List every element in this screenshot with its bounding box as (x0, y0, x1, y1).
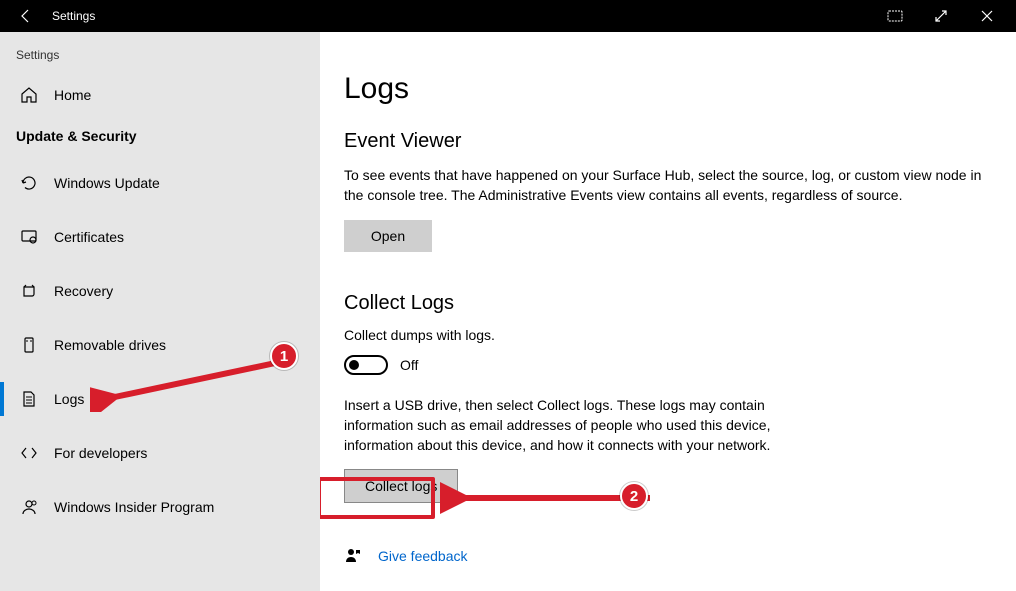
sidebar-item-label: Certificates (54, 229, 124, 245)
title-bar: Settings (0, 0, 1016, 32)
certificate-icon (20, 228, 38, 246)
usb-icon (20, 336, 38, 354)
event-viewer-heading: Event Viewer (344, 130, 992, 153)
code-icon (20, 444, 38, 462)
annotation-badge-2: 2 (620, 482, 648, 510)
collect-dumps-label: Collect dumps with logs. (344, 327, 992, 343)
sidebar-item-insider[interactable]: Windows Insider Program (0, 486, 320, 528)
back-button[interactable] (10, 8, 42, 24)
refresh-icon (20, 174, 38, 192)
collect-logs-desc: Insert a USB drive, then select Collect … (344, 395, 774, 456)
sidebar-item-label: For developers (54, 445, 147, 461)
sidebar-item-label: Windows Update (54, 175, 160, 191)
close-button[interactable] (964, 0, 1010, 32)
feedback-icon (344, 547, 362, 565)
sidebar-item-windows-update[interactable]: Windows Update (0, 162, 320, 204)
annotation-arrow-2 (440, 480, 670, 520)
event-viewer-desc: To see events that have happened on your… (344, 165, 992, 206)
sidebar-item-removable-drives[interactable]: Removable drives (0, 324, 320, 366)
sidebar-item-label: Recovery (54, 283, 113, 299)
sidebar-item-certificates[interactable]: Certificates (0, 216, 320, 258)
recovery-icon (20, 282, 38, 300)
sidebar-home[interactable]: Home (0, 76, 320, 114)
sidebar-item-recovery[interactable]: Recovery (0, 270, 320, 312)
cast-icon[interactable] (872, 0, 918, 32)
sidebar-item-label: Logs (54, 391, 84, 407)
open-button[interactable]: Open (344, 220, 432, 252)
give-feedback-link[interactable]: Give feedback (378, 548, 468, 564)
sidebar-section-title: Update & Security (0, 114, 320, 162)
collect-logs-button[interactable]: Collect logs (344, 469, 458, 503)
home-icon (20, 86, 38, 104)
collect-logs-heading: Collect Logs (344, 292, 992, 315)
sidebar-item-for-developers[interactable]: For developers (0, 432, 320, 474)
window-title: Settings (52, 9, 872, 23)
sidebar: Settings Home Update & Security Windows … (0, 32, 320, 591)
content-panel: Logs Event Viewer To see events that hav… (320, 32, 1016, 591)
maximize-button[interactable] (918, 0, 964, 32)
insider-icon (20, 498, 38, 516)
page-title: Logs (344, 72, 992, 106)
sidebar-item-logs[interactable]: Logs (0, 378, 320, 420)
sidebar-item-label: Windows Insider Program (54, 499, 214, 515)
toggle-state-label: Off (400, 357, 418, 373)
sidebar-home-label: Home (54, 87, 91, 103)
document-icon (20, 390, 38, 408)
collect-dumps-toggle[interactable] (344, 355, 388, 375)
sidebar-top-label: Settings (0, 42, 320, 76)
sidebar-item-label: Removable drives (54, 337, 166, 353)
